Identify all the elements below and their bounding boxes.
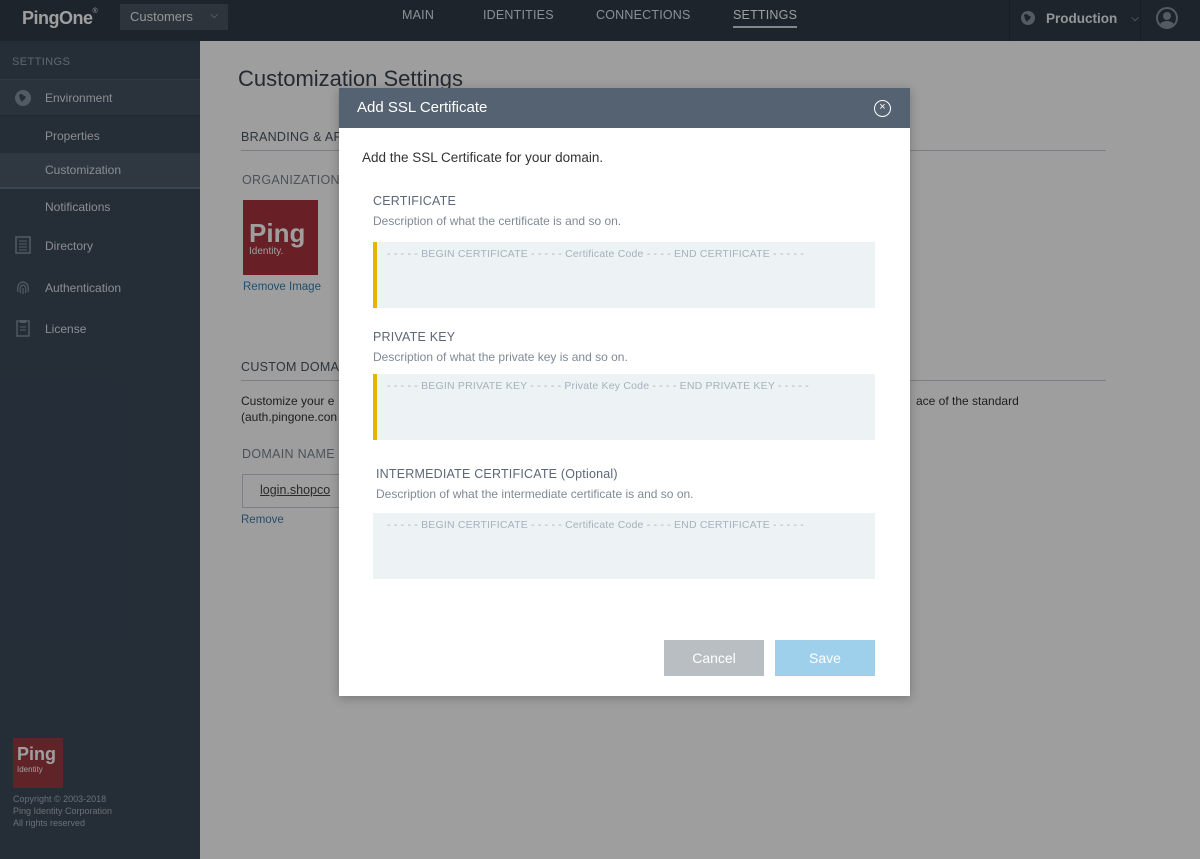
- intermediate-certificate-description: Description of what the intermediate cer…: [376, 487, 694, 501]
- cancel-button[interactable]: Cancel: [664, 640, 764, 676]
- certificate-textarea[interactable]: - - - - - BEGIN CERTIFICATE - - - - - Ce…: [373, 242, 875, 308]
- intermediate-certificate-label: INTERMEDIATE CERTIFICATE (Optional): [376, 467, 618, 481]
- certificate-label: CERTIFICATE: [373, 194, 456, 208]
- add-ssl-certificate-modal: Add SSL Certificate × Add the SSL Certif…: [339, 88, 910, 696]
- private-key-description: Description of what the private key is a…: [373, 350, 628, 364]
- certificate-description: Description of what the certificate is a…: [373, 214, 622, 228]
- private-key-label: PRIVATE KEY: [373, 330, 456, 344]
- modal-intro-text: Add the SSL Certificate for your domain.: [362, 150, 604, 165]
- close-icon[interactable]: ×: [874, 100, 891, 117]
- save-button[interactable]: Save: [775, 640, 875, 676]
- intermediate-certificate-textarea[interactable]: - - - - - BEGIN CERTIFICATE - - - - - Ce…: [373, 513, 875, 579]
- private-key-textarea[interactable]: - - - - - BEGIN PRIVATE KEY - - - - - Pr…: [373, 374, 875, 440]
- modal-header: Add SSL Certificate: [339, 88, 910, 128]
- modal-title: Add SSL Certificate: [357, 99, 488, 116]
